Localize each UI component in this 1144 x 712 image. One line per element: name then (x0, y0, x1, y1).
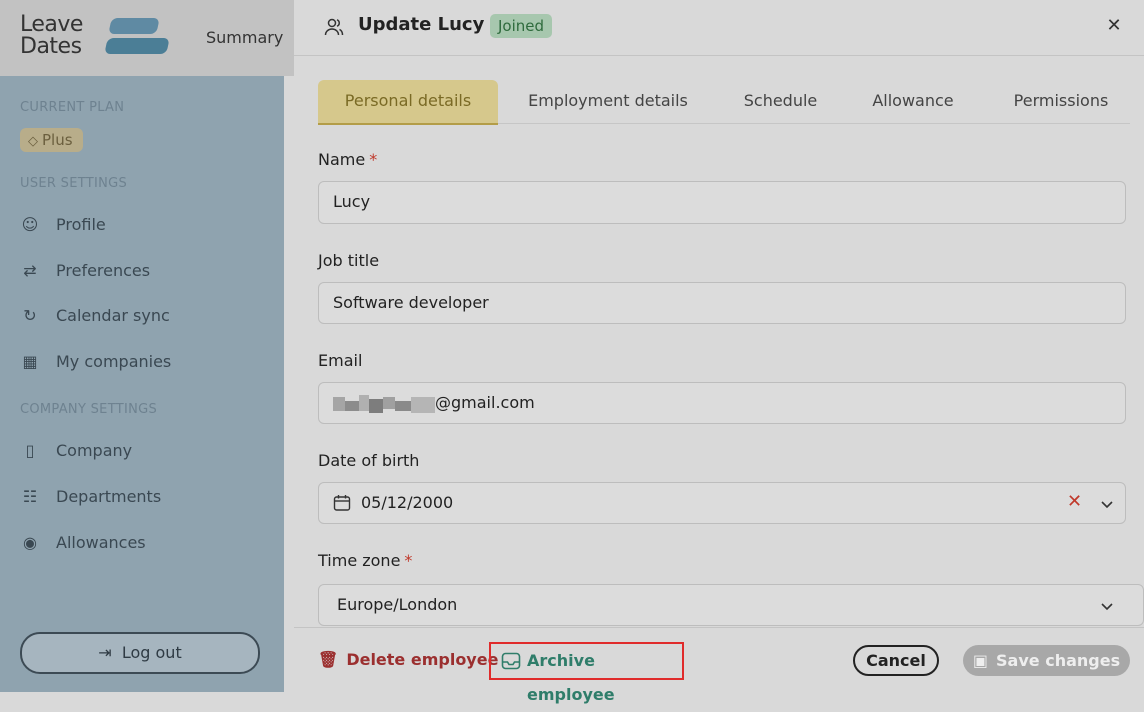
email-input[interactable]: @gmail.com (318, 382, 1126, 424)
update-employee-drawer: Update Lucy Joined ✕ Personal details Em… (294, 0, 1144, 704)
piggy-bank-icon: ◉ (23, 533, 37, 552)
logo-shape-bottom (104, 38, 170, 54)
sitemap-icon: ☷ (22, 487, 38, 506)
cancel-button[interactable]: Cancel (853, 645, 939, 676)
timezone-select[interactable]: Europe/London (318, 584, 1144, 626)
drawer-title: Update Lucy (358, 14, 485, 35)
clear-icon[interactable]: ✕ (1067, 491, 1082, 512)
company-settings-label: COMPANY SETTINGS (20, 402, 158, 417)
dob-value: 05/12/2000 (361, 493, 454, 512)
required-mark: * (369, 150, 378, 169)
redacted-email-prefix (333, 395, 435, 413)
archive-employee-button[interactable]: Archive employee (489, 642, 684, 704)
dob-picker[interactable]: 05/12/2000 ✕ (318, 482, 1126, 524)
email-domain: @gmail.com (435, 393, 535, 412)
sidebar-item-calendar-sync[interactable]: ↻ Calendar sync (20, 304, 169, 328)
tab-allowance[interactable]: Allowance (858, 80, 968, 123)
sidebar-item-company[interactable]: ▯ Company (20, 439, 133, 463)
logout-icon: ⇥ (98, 643, 112, 662)
tab-permissions[interactable]: Permissions (996, 80, 1126, 123)
users-icon (324, 18, 344, 36)
sidebar-item-profile[interactable]: ☺ Profile (20, 213, 106, 237)
user-icon: ☺ (21, 215, 39, 234)
sidebar-item-departments[interactable]: ☷ Departments (20, 485, 161, 509)
sidebar-item-allowances[interactable]: ◉ Allowances (20, 531, 146, 555)
status-badge: Joined (490, 14, 553, 38)
trash-icon: 🗑 (318, 650, 339, 669)
tab-bar: Personal details Employment details Sche… (318, 80, 1130, 125)
inbox-archive-icon (501, 652, 521, 670)
plan-name: Plus (42, 131, 73, 149)
logout-button[interactable]: ⇥ Log out (20, 632, 260, 674)
timezone-value: Europe/London (337, 595, 458, 614)
leave-dates-logo[interactable]: Leave Dates (20, 12, 170, 62)
sliders-icon: ⇄ (23, 261, 37, 280)
nav-summary[interactable]: Summary (206, 28, 283, 47)
save-icon: ▣ (972, 651, 989, 670)
sidebar-item-my-companies[interactable]: ▦ My companies (20, 350, 171, 374)
tab-personal-details[interactable]: Personal details (318, 80, 498, 125)
plan-badge: ◇ Plus (20, 128, 83, 152)
dob-label: Date of birth (318, 451, 420, 470)
sidebar: CURRENT PLAN ◇ Plus USER SETTINGS ☺ Profil… (0, 76, 284, 692)
building-icon: ▯ (25, 441, 35, 460)
drawer-header: Update Lucy Joined ✕ (294, 0, 1144, 56)
chevron-down-icon[interactable] (1099, 496, 1115, 512)
sync-icon: ↻ (23, 306, 37, 325)
tab-schedule[interactable]: Schedule (728, 80, 833, 123)
name-label: Name * (318, 150, 378, 169)
logo-shape-top (108, 18, 160, 34)
chevron-down-icon[interactable] (1099, 598, 1115, 614)
required-mark: * (404, 551, 413, 570)
buildings-icon: ▦ (22, 352, 38, 371)
current-plan-label: CURRENT PLAN (20, 100, 125, 115)
sidebar-item-preferences[interactable]: ⇄ Preferences (20, 259, 150, 283)
email-label: Email (318, 351, 363, 370)
job-title-input[interactable]: Software developer (318, 282, 1126, 324)
gem-icon: ◇ (28, 134, 38, 149)
timezone-label: Time zone * (318, 551, 413, 570)
user-settings-label: USER SETTINGS (20, 176, 128, 191)
drawer-footer: 🗑 Delete employee Archive employee Cancel… (294, 627, 1144, 704)
name-input[interactable]: Lucy (318, 181, 1126, 224)
close-icon[interactable]: ✕ (1104, 14, 1124, 38)
job-title-label: Job title (318, 251, 380, 270)
save-changes-button[interactable]: ▣ Save changes (963, 645, 1130, 676)
delete-employee-button[interactable]: 🗑 Delete employee (318, 650, 498, 669)
tab-employment-details[interactable]: Employment details (513, 80, 703, 123)
calendar-icon (333, 495, 351, 511)
logo-text: Leave Dates (20, 12, 83, 59)
